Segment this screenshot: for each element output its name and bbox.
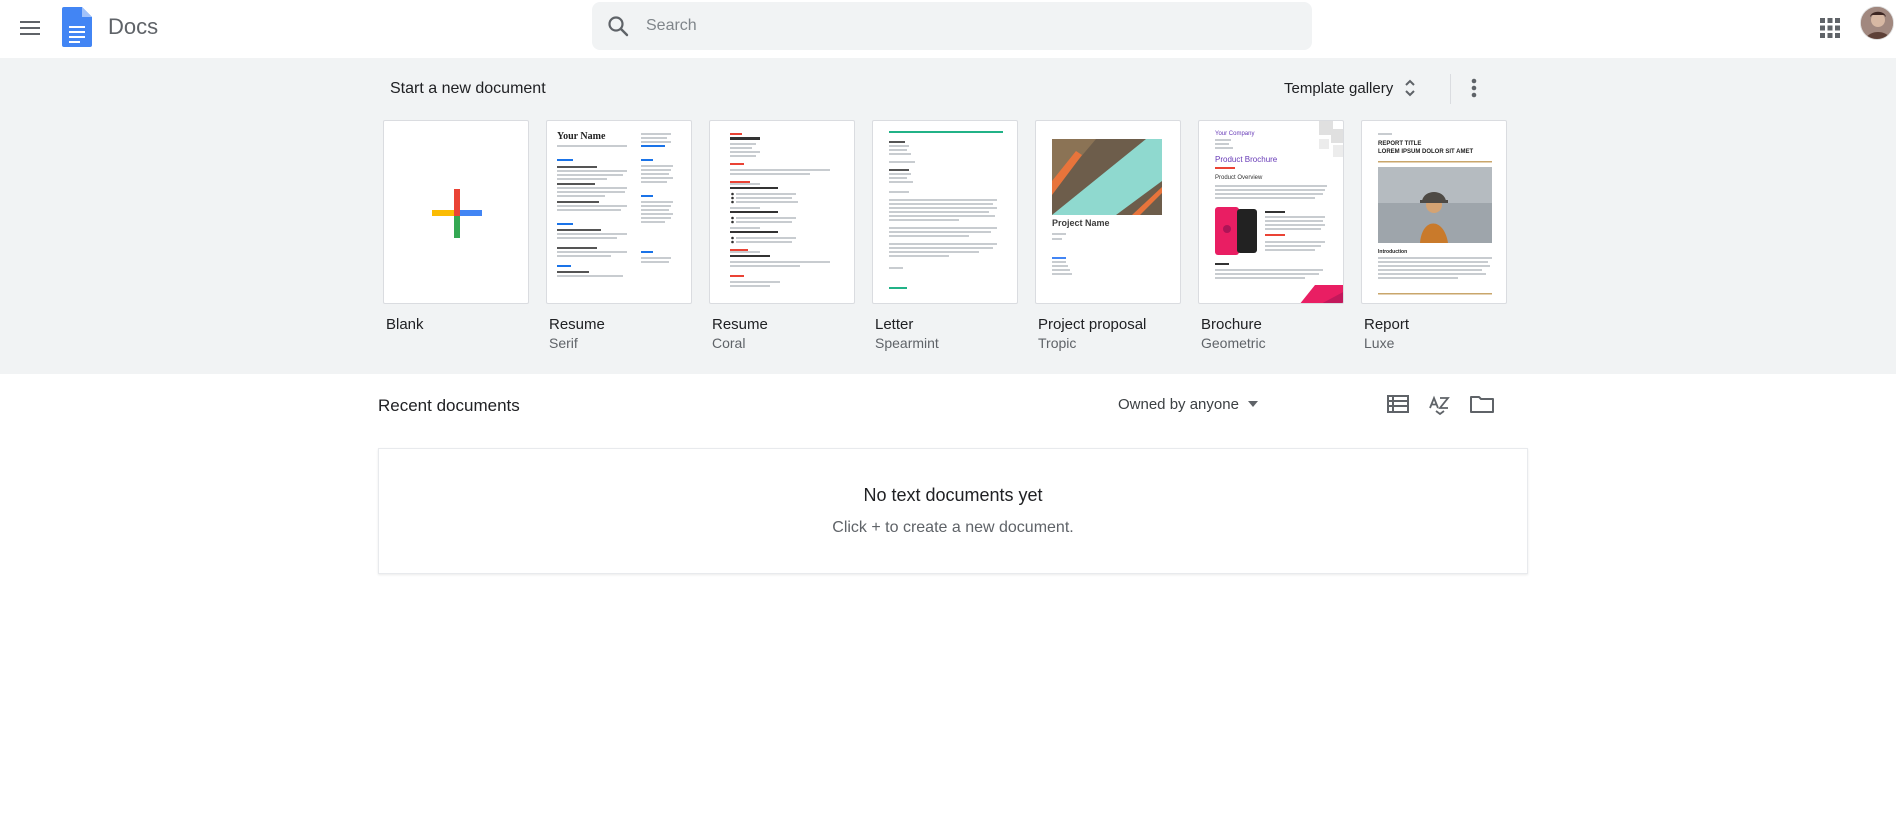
- template-project-proposal-tropic[interactable]: Project Name Project proposal Tropic: [1035, 120, 1181, 351]
- template-subtitle: Spearmint: [875, 335, 939, 351]
- brochure-company-text: Your Company: [1215, 131, 1255, 137]
- brochure-title-text: Product Brochure: [1215, 155, 1278, 164]
- template-report-luxe[interactable]: REPORT TITLE LOREM IPSUM DOLOR SIT AMET …: [1361, 120, 1507, 351]
- template-subtitle: Tropic: [1038, 335, 1077, 351]
- divider: [1450, 74, 1451, 104]
- brochure-preview: [1215, 121, 1343, 303]
- template-resume-serif-thumbnail[interactable]: Your Name: [546, 120, 692, 304]
- recent-documents-title: Recent documents: [378, 396, 520, 415]
- list-view-icon[interactable]: [1384, 390, 1412, 418]
- template-blank-thumbnail[interactable]: [383, 120, 529, 304]
- app-header: Docs: [0, 0, 1896, 58]
- sort-az-icon[interactable]: [1426, 390, 1454, 418]
- report-intro-text: Introduction: [1378, 249, 1408, 255]
- unfold-icon: [1405, 79, 1415, 97]
- template-brochure-geometric[interactable]: Your Company Product Brochure Product Ov…: [1198, 120, 1344, 351]
- brochure-overview-text: Product Overview: [1215, 175, 1263, 181]
- google-apps-icon[interactable]: [1816, 14, 1844, 42]
- resume-name-text: Your Name: [557, 131, 606, 142]
- template-letter-spearmint[interactable]: Letter Spearmint: [872, 120, 1018, 351]
- template-resume-coral[interactable]: Resume Coral: [709, 120, 855, 351]
- menu-bar: [20, 33, 40, 35]
- template-name: Project proposal: [1038, 316, 1147, 333]
- template-brochure-thumbnail[interactable]: Your Company Product Brochure Product Ov…: [1198, 120, 1344, 304]
- template-project-proposal-thumbnail[interactable]: Project Name: [1035, 120, 1181, 304]
- empty-state-card: No text documents yet Click + to create …: [378, 448, 1528, 574]
- plus-icon: [432, 189, 482, 238]
- template-resume-serif[interactable]: Your Name Resume Serif: [546, 120, 692, 351]
- owner-filter-dropdown[interactable]: Owned by anyone: [1118, 392, 1259, 416]
- resume-serif-preview: [557, 133, 673, 277]
- report-heading-text: REPORT TITLE: [1378, 141, 1422, 147]
- template-name: Letter: [875, 316, 914, 333]
- template-subtitle: Luxe: [1364, 335, 1395, 351]
- proposal-title-text: Project Name: [1052, 218, 1110, 228]
- template-name: Report: [1364, 316, 1410, 333]
- search-box[interactable]: [592, 2, 1312, 50]
- template-section: Start a new document Template gallery Bl…: [0, 58, 1896, 374]
- more-options-icon[interactable]: [1460, 74, 1488, 102]
- template-section-title: Start a new document: [390, 80, 546, 97]
- owner-filter-label: Owned by anyone: [1118, 395, 1239, 413]
- docs-logo-icon[interactable]: [62, 7, 92, 47]
- folder-icon[interactable]: [1468, 390, 1496, 418]
- caret-down-icon: [1247, 401, 1258, 407]
- template-name: Brochure: [1201, 316, 1262, 333]
- template-name: Blank: [386, 316, 424, 333]
- resume-coral-preview: [730, 133, 830, 287]
- project-proposal-preview: [1052, 139, 1162, 275]
- template-name: Resume: [712, 316, 768, 333]
- template-name: Resume: [549, 316, 605, 333]
- letter-spearmint-preview: [889, 131, 1003, 289]
- menu-bar: [20, 21, 40, 23]
- empty-state-subtitle: Click + to create a new document.: [832, 519, 1074, 536]
- template-resume-coral-thumbnail[interactable]: [709, 120, 855, 304]
- avatar-image: [1861, 7, 1893, 39]
- template-report-thumbnail[interactable]: REPORT TITLE LOREM IPSUM DOLOR SIT AMET …: [1361, 120, 1507, 304]
- template-subtitle: Coral: [712, 335, 746, 351]
- report-subheading-text: LOREM IPSUM DOLOR SIT AMET: [1378, 149, 1474, 155]
- template-gallery-label: Template gallery: [1284, 79, 1394, 97]
- app-title[interactable]: Docs: [108, 14, 158, 40]
- template-gallery-button[interactable]: Template gallery: [1284, 72, 1417, 104]
- account-avatar[interactable]: [1860, 6, 1894, 40]
- template-subtitle: Geometric: [1201, 335, 1266, 351]
- template-subtitle: Serif: [549, 335, 578, 351]
- empty-state-title: No text documents yet: [863, 485, 1043, 505]
- menu-bar: [20, 27, 40, 29]
- main-menu-button[interactable]: [14, 12, 46, 44]
- search-icon[interactable]: [606, 14, 630, 38]
- template-blank[interactable]: Blank: [383, 120, 529, 335]
- template-letter-spearmint-thumbnail[interactable]: [872, 120, 1018, 304]
- search-input[interactable]: [644, 2, 1284, 50]
